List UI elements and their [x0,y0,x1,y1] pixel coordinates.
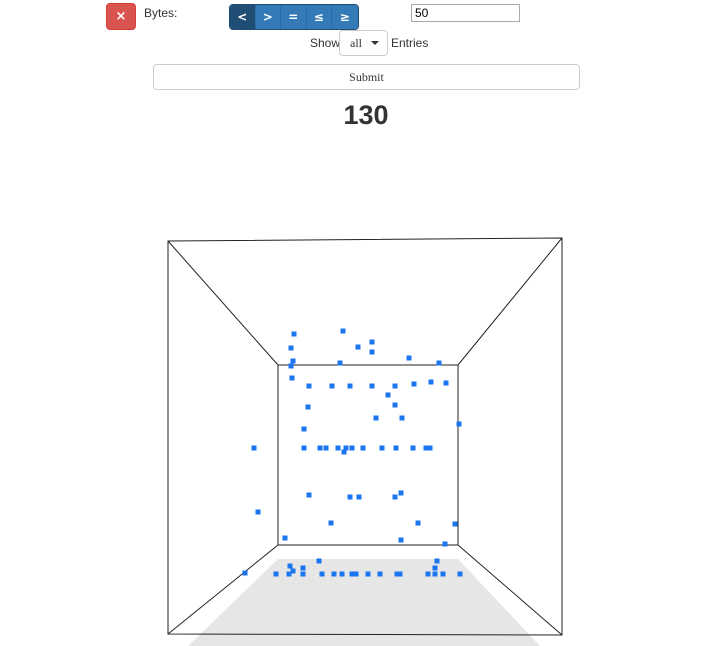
data-point [410,445,416,451]
data-point [360,445,366,451]
data-point [393,445,399,451]
data-point [331,571,337,577]
data-point [369,383,375,389]
data-point [379,445,385,451]
data-point [301,426,307,432]
data-point [356,494,362,500]
data-point [456,421,462,427]
data-point [415,520,421,526]
data-point [392,402,398,408]
data-points [242,328,463,577]
data-point [411,381,417,387]
data-point [355,344,361,350]
data-point [339,571,345,577]
data-point [427,445,433,451]
3d-scatter-scene[interactable] [0,0,724,646]
data-point [290,358,296,364]
data-point [457,571,463,577]
data-point [347,383,353,389]
data-point [286,571,292,577]
data-point [337,360,343,366]
page: × Bytes: < > = ≤ ≥ Show all Entries Subm… [0,0,724,646]
data-point [291,331,297,337]
data-point [434,558,440,564]
data-point [373,415,379,421]
data-point [251,445,257,451]
back-wall [277,364,459,546]
data-point [289,375,295,381]
data-point [288,345,294,351]
data-point [317,445,323,451]
edge-top-left [167,240,279,366]
data-point [452,521,458,527]
data-point [306,492,312,498]
data-point [273,571,279,577]
data-point [287,563,293,569]
data-point [365,571,371,577]
data-point [399,415,405,421]
data-point [397,571,403,577]
data-point [392,383,398,389]
data-point [369,339,375,345]
edge-top-right [457,237,563,366]
data-point [385,392,391,398]
data-point [340,328,346,334]
data-point [377,571,383,577]
data-point [347,494,353,500]
data-point [316,558,322,564]
data-point [255,509,261,515]
data-point [443,380,449,386]
data-point [398,490,404,496]
data-point [323,445,329,451]
floor-plane [188,559,540,646]
data-point [406,355,412,361]
data-point [329,383,335,389]
data-point [398,537,404,543]
data-point [436,360,442,366]
data-point [305,404,311,410]
data-point [369,349,375,355]
data-point [442,541,448,547]
data-point [319,571,325,577]
data-point [349,445,355,451]
data-point [428,379,434,385]
data-point [300,571,306,577]
data-point [341,449,347,455]
data-point [306,383,312,389]
data-point [440,571,446,577]
data-point [300,565,306,571]
data-point [301,445,307,451]
data-point [432,571,438,577]
data-point [335,445,341,451]
data-point [425,571,431,577]
data-point [282,535,288,541]
data-point [392,494,398,500]
data-point [242,570,248,576]
data-point [432,565,438,571]
data-point [288,363,294,369]
data-point [328,520,334,526]
data-point [353,571,359,577]
